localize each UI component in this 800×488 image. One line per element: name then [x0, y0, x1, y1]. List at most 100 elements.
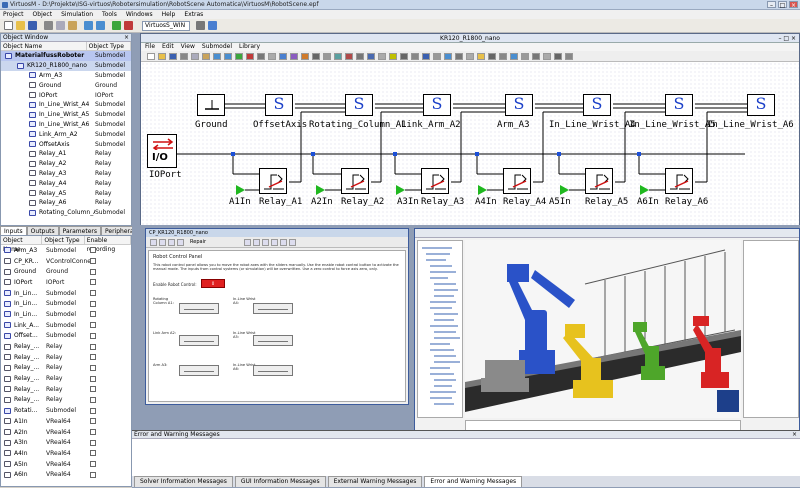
toolbar-icon[interactable] [499, 53, 507, 60]
tree-item[interactable]: Relay_A3 Relay [1, 169, 131, 179]
enable-recording-checkbox[interactable] [90, 258, 96, 265]
toolbar-icon[interactable] [290, 53, 298, 60]
io-row[interactable]: Relay_... Relay [1, 352, 131, 363]
toolbar-icon[interactable] [244, 239, 251, 246]
toolbar-icon[interactable] [257, 53, 265, 60]
toolbar-icon[interactable] [367, 53, 375, 60]
enable-recording-checkbox[interactable] [90, 439, 96, 446]
toolbar-icon[interactable] [158, 53, 166, 60]
menu-windows[interactable]: Windows [126, 10, 153, 19]
toolbar-icon[interactable] [356, 53, 364, 60]
maximize-button[interactable]: □ [778, 1, 787, 9]
io-row[interactable]: A4In VReal64 [1, 448, 131, 459]
close-icon[interactable]: × [124, 34, 129, 42]
column-header-type[interactable]: Object Type [42, 236, 85, 244]
enable-recording-checkbox[interactable] [90, 290, 96, 297]
toolbar-icon[interactable] [411, 53, 419, 60]
enable-recording-checkbox[interactable] [90, 354, 96, 361]
toolbar-icon[interactable] [444, 53, 452, 60]
slider-a1[interactable] [179, 303, 219, 314]
slider-a3[interactable] [179, 365, 219, 376]
toolbar-icon[interactable] [532, 53, 540, 60]
toolbar-icon[interactable] [477, 53, 485, 60]
menu-project[interactable]: Project [3, 10, 24, 19]
redo-icon[interactable] [96, 21, 105, 30]
submodel-link-arm-a2[interactable]: S [423, 94, 451, 116]
enable-recording-checkbox[interactable] [90, 247, 96, 254]
io-row[interactable]: Relay_... Relay [1, 363, 131, 374]
slider-a6[interactable] [253, 365, 293, 376]
input-arrow-icon[interactable] [236, 185, 245, 195]
slider-a2[interactable] [179, 335, 219, 346]
enable-recording-checkbox[interactable] [90, 375, 96, 382]
tab-error-warning[interactable]: Error and Warning Messages [424, 476, 523, 487]
toolbar-icon[interactable] [378, 53, 386, 60]
toolbar-icon[interactable] [177, 239, 184, 246]
relay-block[interactable] [503, 168, 531, 194]
io-row[interactable]: In_Lin... Submodel [1, 298, 131, 309]
input-arrow-icon[interactable] [478, 185, 487, 195]
io-row[interactable]: A2In VReal64 [1, 427, 131, 438]
paste-icon[interactable] [68, 21, 77, 30]
tree-item[interactable]: Link_Arm_A2 Submodel [1, 129, 131, 139]
toolbar-icon[interactable] [191, 53, 199, 60]
toolbar-icon[interactable] [565, 53, 573, 60]
io-row[interactable]: Link_A... Submodel [1, 320, 131, 331]
column-header-name[interactable]: Object Name [1, 42, 87, 50]
io-row[interactable]: A5In VReal64 [1, 459, 131, 470]
toolbar-icon[interactable] [268, 53, 276, 60]
relay-block[interactable] [585, 168, 613, 194]
input-arrow-icon[interactable] [316, 185, 325, 195]
scene-viewport[interactable] [465, 240, 741, 418]
toolbar-icon[interactable] [389, 53, 397, 60]
copy-icon[interactable] [56, 21, 65, 30]
toolbar-icon[interactable] [280, 239, 287, 246]
column-header-name[interactable]: Object Name [1, 236, 43, 253]
slider-a4[interactable] [253, 303, 293, 314]
relay-block[interactable] [421, 168, 449, 194]
enable-recording-checkbox[interactable] [90, 311, 96, 318]
toolbar-icon[interactable] [180, 53, 188, 60]
io-row[interactable]: In_Lin... Submodel [1, 309, 131, 320]
relay-block[interactable] [259, 168, 287, 194]
toolbar-icon[interactable] [345, 53, 353, 60]
io-row[interactable]: Ground Ground [1, 266, 131, 277]
io-row[interactable]: Offset... Submodel [1, 331, 131, 342]
enable-recording-checkbox[interactable] [90, 386, 96, 393]
toolbar-icon[interactable] [521, 53, 529, 60]
solver-select[interactable]: VirtuosS_WIN [142, 21, 190, 31]
slider-a5[interactable] [253, 335, 293, 346]
toolbar-icon[interactable] [289, 239, 296, 246]
submodel-in-line-wrist-a5[interactable]: S [665, 94, 693, 116]
enable-recording-checkbox[interactable] [90, 343, 96, 350]
tab-solver-information[interactable]: Solver Information Messages [134, 476, 233, 487]
scene-tree-panel[interactable] [417, 240, 463, 418]
io-row[interactable]: IOPort IOPort [1, 277, 131, 288]
properties-panel[interactable] [743, 240, 799, 418]
toolbar-icon[interactable] [301, 53, 309, 60]
menu-edit[interactable]: Edit [162, 43, 174, 51]
tree-item[interactable]: Relay_A4 Relay [1, 178, 131, 188]
toolbar-icon[interactable] [510, 53, 518, 60]
cut-icon[interactable] [44, 21, 53, 30]
toolbar-icon[interactable] [312, 53, 320, 60]
submodel-in-line-wrist-a4[interactable]: S [583, 94, 611, 116]
toolbar-icon[interactable] [543, 53, 551, 60]
tree-item[interactable]: OffsetAxis Submodel [1, 139, 131, 149]
relay-block[interactable] [665, 168, 693, 194]
undo-icon[interactable] [84, 21, 93, 30]
minimize-button[interactable]: – [767, 1, 776, 9]
enable-recording-checkbox[interactable] [90, 332, 96, 339]
diagram-canvas[interactable]: Ground S OffsetAxis S Rotating_Column_A1… [141, 62, 799, 225]
column-header-recording[interactable]: Enable recording [85, 236, 131, 253]
io-row[interactable]: CP_KR... VControlConne... [1, 256, 131, 267]
toolbar-icon[interactable] [202, 53, 210, 60]
toolbar-icon[interactable] [455, 53, 463, 60]
help-icon[interactable] [208, 21, 217, 30]
io-row[interactable]: Relay_... Relay [1, 341, 131, 352]
tree-item[interactable]: MaterialfussRoboter Submodel [1, 51, 131, 61]
tab-inputs[interactable]: Inputs [0, 226, 27, 235]
enable-recording-checkbox[interactable] [90, 418, 96, 425]
toolbar-icon[interactable] [150, 239, 157, 246]
toolbar-icon[interactable] [253, 239, 260, 246]
